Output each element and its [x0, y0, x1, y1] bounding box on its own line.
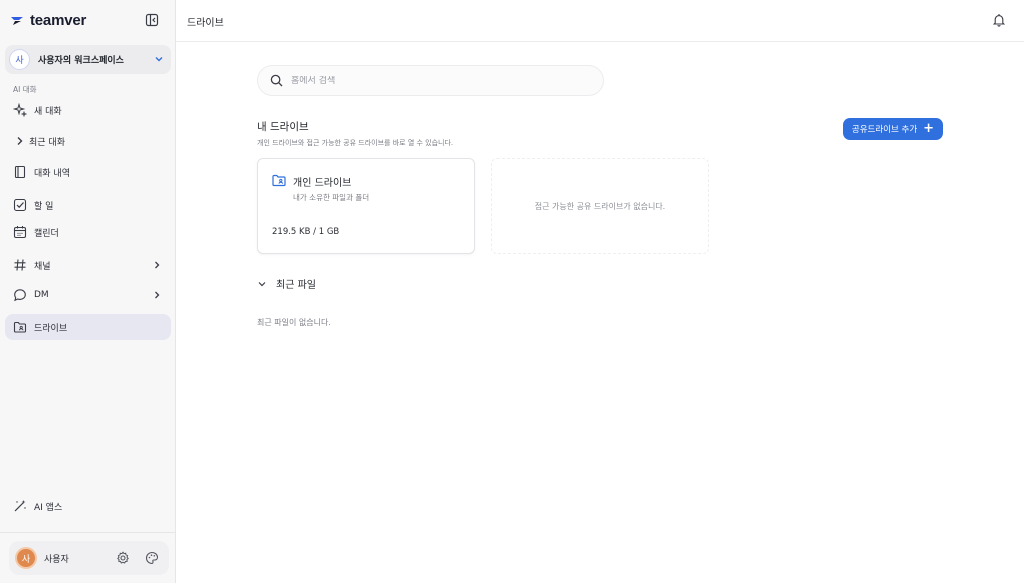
checkbox-icon: [13, 198, 27, 212]
sidebar-item-chat-history[interactable]: 대화 내역: [5, 159, 171, 185]
logo-row: teamver: [0, 0, 176, 40]
sidebar-item-label: 드라이브: [34, 323, 68, 334]
sidebar-item-label: AI 앱스: [34, 502, 63, 513]
gear-icon[interactable]: [116, 551, 130, 565]
sidebar-item-label: 할 일: [34, 201, 54, 212]
add-shared-drive-button[interactable]: 공유드라이브 추가 +: [843, 118, 943, 140]
sidebar-footer: 사 사용자: [0, 532, 176, 583]
sidebar-item-label: DM: [34, 290, 49, 300]
sparkle-icon: [13, 103, 27, 117]
chevron-right-icon[interactable]: [151, 259, 163, 271]
sidebar-item-label: 새 대화: [34, 106, 62, 117]
workspace-switcher[interactable]: 사 사용자의 워크스페이스: [5, 45, 171, 74]
palette-icon[interactable]: [145, 551, 159, 565]
folder-user-icon: [272, 174, 286, 187]
plus-icon: +: [923, 121, 935, 136]
sidebar: teamver 사 사용자의 워크스페이스 AI 대화 새 대화 최근 대화 대…: [0, 0, 176, 583]
logo[interactable]: teamver: [10, 12, 86, 29]
book-icon: [13, 165, 27, 179]
personal-drive-title: 개인 드라이브: [293, 178, 352, 189]
folder-icon: [13, 320, 27, 334]
sidebar-item-recent-chats[interactable]: 최근 대화: [5, 128, 171, 154]
recent-files-empty-text: 최근 파일이 없습니다.: [257, 318, 331, 327]
workspace-name: 사용자의 워크스페이스: [38, 56, 124, 66]
bell-icon[interactable]: [992, 13, 1006, 27]
add-shared-drive-label: 공유드라이브 추가: [851, 125, 918, 135]
sidebar-item-label: 최근 대화: [29, 137, 65, 148]
user-name: 사용자: [44, 554, 69, 565]
section-subtitle: 개인 드라이브와 접근 가능한 공유 드라이브를 바로 열 수 있습니다.: [257, 139, 454, 147]
recent-files-label: 최근 파일: [276, 280, 316, 291]
search-bar[interactable]: [257, 65, 604, 96]
logo-text: teamver: [30, 12, 87, 29]
personal-drive-card[interactable]: 개인 드라이브 내가 소유한 파일과 폴더 219.5 KB / 1 GB: [257, 158, 475, 254]
magic-wand-icon: [13, 499, 27, 513]
sidebar-item-ai-apps[interactable]: AI 앱스: [5, 493, 171, 519]
logo-mark-icon: [11, 16, 23, 25]
empty-state-text: 접근 가능한 공유 드라이브가 없습니다.: [534, 201, 666, 211]
chevron-down-icon: [258, 281, 266, 286]
workspace-avatar: 사: [9, 49, 30, 70]
sidebar-item-calendar[interactable]: 캘린더: [5, 219, 171, 245]
sidebar-item-dm[interactable]: DM: [5, 282, 171, 308]
sidebar-item-label: 대화 내역: [34, 168, 70, 179]
personal-drive-description: 내가 소유한 파일과 폴더: [293, 193, 370, 202]
shared-drive-empty-state: 접근 가능한 공유 드라이브가 없습니다.: [491, 158, 709, 254]
sidebar-item-new-chat[interactable]: 새 대화: [5, 97, 171, 123]
search-icon: [270, 74, 283, 87]
sidebar-item-label: 채널: [34, 261, 51, 272]
hash-icon: [13, 258, 27, 272]
top-bar: 드라이브: [176, 0, 1024, 42]
chevron-right-icon[interactable]: [151, 289, 163, 301]
user-profile[interactable]: 사 사용자: [9, 541, 169, 575]
page-title: 드라이브: [187, 18, 224, 29]
sidebar-item-todo[interactable]: 할 일: [5, 192, 171, 218]
sidebar-item-drive[interactable]: 드라이브: [5, 314, 171, 340]
collapse-sidebar-icon[interactable]: [145, 13, 159, 27]
chevron-right-icon: [13, 134, 27, 148]
sidebar-item-label: 캘린더: [34, 228, 59, 239]
search-input[interactable]: [291, 75, 581, 86]
recent-files-toggle[interactable]: 최근 파일: [257, 276, 316, 291]
chevron-down-icon: [155, 57, 163, 62]
sidebar-item-channels[interactable]: 채널: [5, 252, 171, 278]
calendar-icon: [13, 225, 27, 239]
section-title-my-drive: 내 드라이브: [257, 121, 309, 133]
chat-bubble-icon: [13, 288, 27, 302]
section-label-ai-chat: AI 대화: [13, 85, 37, 94]
avatar: 사: [15, 547, 37, 569]
storage-usage: 219.5 KB / 1 GB: [272, 227, 340, 237]
